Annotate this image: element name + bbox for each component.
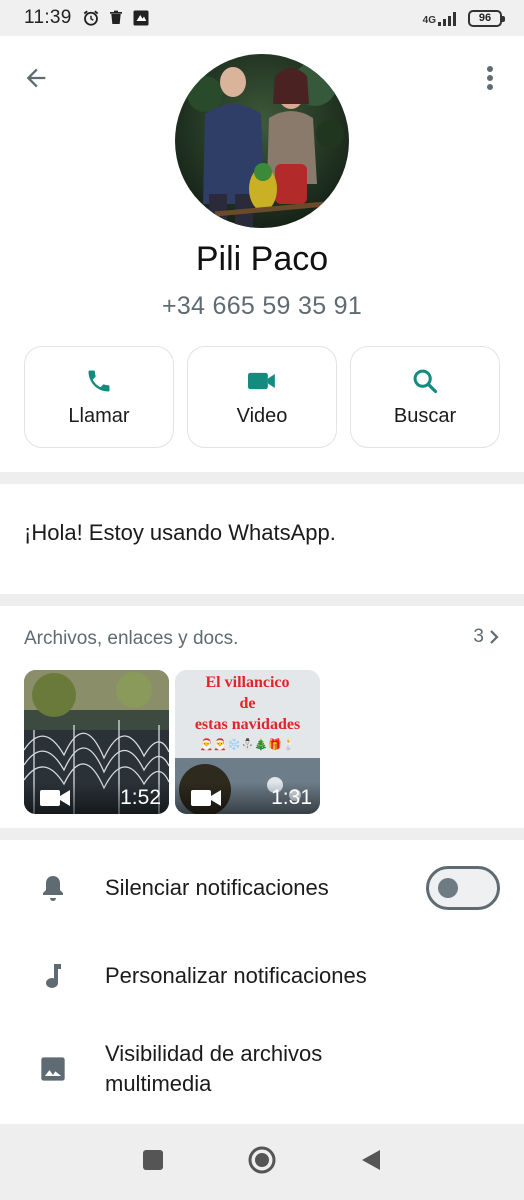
mute-notifications-row[interactable]: Silenciar notificaciones: [0, 860, 524, 916]
action-buttons: Llamar Video Buscar: [24, 346, 500, 448]
media-title[interactable]: Archivos, enlaces y docs.: [24, 628, 238, 650]
bell-icon: [43, 876, 63, 901]
about-text: ¡Hola! Estoy usando WhatsApp.: [24, 520, 336, 545]
media-thumbnail[interactable]: El villancico de estas navidades 🎅🎅❄️⛄🎄🎁…: [175, 670, 320, 814]
notification-app-icon: [133, 10, 149, 26]
signal-icon: [438, 12, 456, 26]
search-label: Buscar: [393, 404, 457, 427]
image-icon: [41, 1057, 65, 1081]
search-icon: [413, 369, 438, 393]
back-button[interactable]: [18, 60, 54, 96]
network-indicator: 4G: [423, 10, 460, 26]
battery-indicator: 96: [468, 9, 505, 27]
media-thumbnail[interactable]: 1:52: [24, 670, 169, 814]
video-icon: [248, 372, 275, 389]
nav-back-button[interactable]: [360, 1148, 382, 1177]
search-button[interactable]: Buscar: [350, 346, 500, 448]
custom-notifications-row[interactable]: Personalizar notificaciones: [0, 948, 524, 1004]
video-overlay-text: El villancico de estas navidades 🎅🎅❄️⛄🎄🎁…: [194, 674, 301, 751]
recent-apps-button[interactable]: [142, 1149, 164, 1176]
video-icon: [40, 790, 70, 806]
status-time: 11:39: [24, 7, 72, 28]
mute-notifications-label: Silenciar notificaciones: [105, 875, 329, 900]
settings-list: Silenciar notificaciones Personalizar no…: [0, 840, 524, 1124]
status-bar: 11:39 4G 96: [0, 0, 524, 36]
call-button[interactable]: Llamar: [24, 346, 174, 448]
contact-name: Pili Paco: [195, 240, 329, 278]
home-button[interactable]: [247, 1145, 277, 1180]
back-arrow-icon: [26, 68, 46, 88]
system-navigation-bar: [0, 1124, 524, 1200]
media-visibility-row[interactable]: Visibilidad de archivos multimedia: [0, 1036, 524, 1102]
contact-header: Pili Paco +34 665 59 35 91 Llamar Video …: [0, 36, 524, 472]
media-count[interactable]: 3: [473, 626, 500, 648]
more-vert-icon: [487, 66, 493, 90]
media-section: Archivos, enlaces y docs. 3 1:52 El vill…: [0, 606, 524, 828]
trash-icon: [109, 10, 122, 24]
more-options-button[interactable]: [472, 60, 508, 96]
video-duration-bar: 1:31: [175, 782, 320, 814]
square-icon: [142, 1149, 163, 1170]
music-note-icon: [46, 964, 61, 988]
chevron-right-icon: [490, 630, 499, 644]
custom-notifications-label: Personalizar notificaciones: [105, 963, 367, 988]
about-section[interactable]: ¡Hola! Estoy usando WhatsApp.: [0, 484, 524, 594]
video-icon: [191, 790, 221, 806]
contact-avatar[interactable]: [175, 54, 349, 228]
alarm-icon: [83, 10, 98, 26]
circle-icon: [248, 1146, 276, 1173]
media-visibility-label: Visibilidad de archivos multimedia: [105, 1041, 323, 1096]
video-label: Video: [236, 404, 288, 427]
video-duration-bar: 1:52: [24, 782, 169, 814]
triangle-back-icon: [362, 1149, 381, 1170]
mute-notifications-toggle[interactable]: [426, 866, 500, 910]
phone-icon: [88, 370, 110, 391]
call-label: Llamar: [68, 404, 130, 427]
contact-phone: +34 665 59 35 91: [161, 292, 363, 320]
video-duration: 1:52: [120, 786, 161, 809]
video-duration: 1:31: [271, 786, 312, 809]
video-call-button[interactable]: Video: [187, 346, 337, 448]
